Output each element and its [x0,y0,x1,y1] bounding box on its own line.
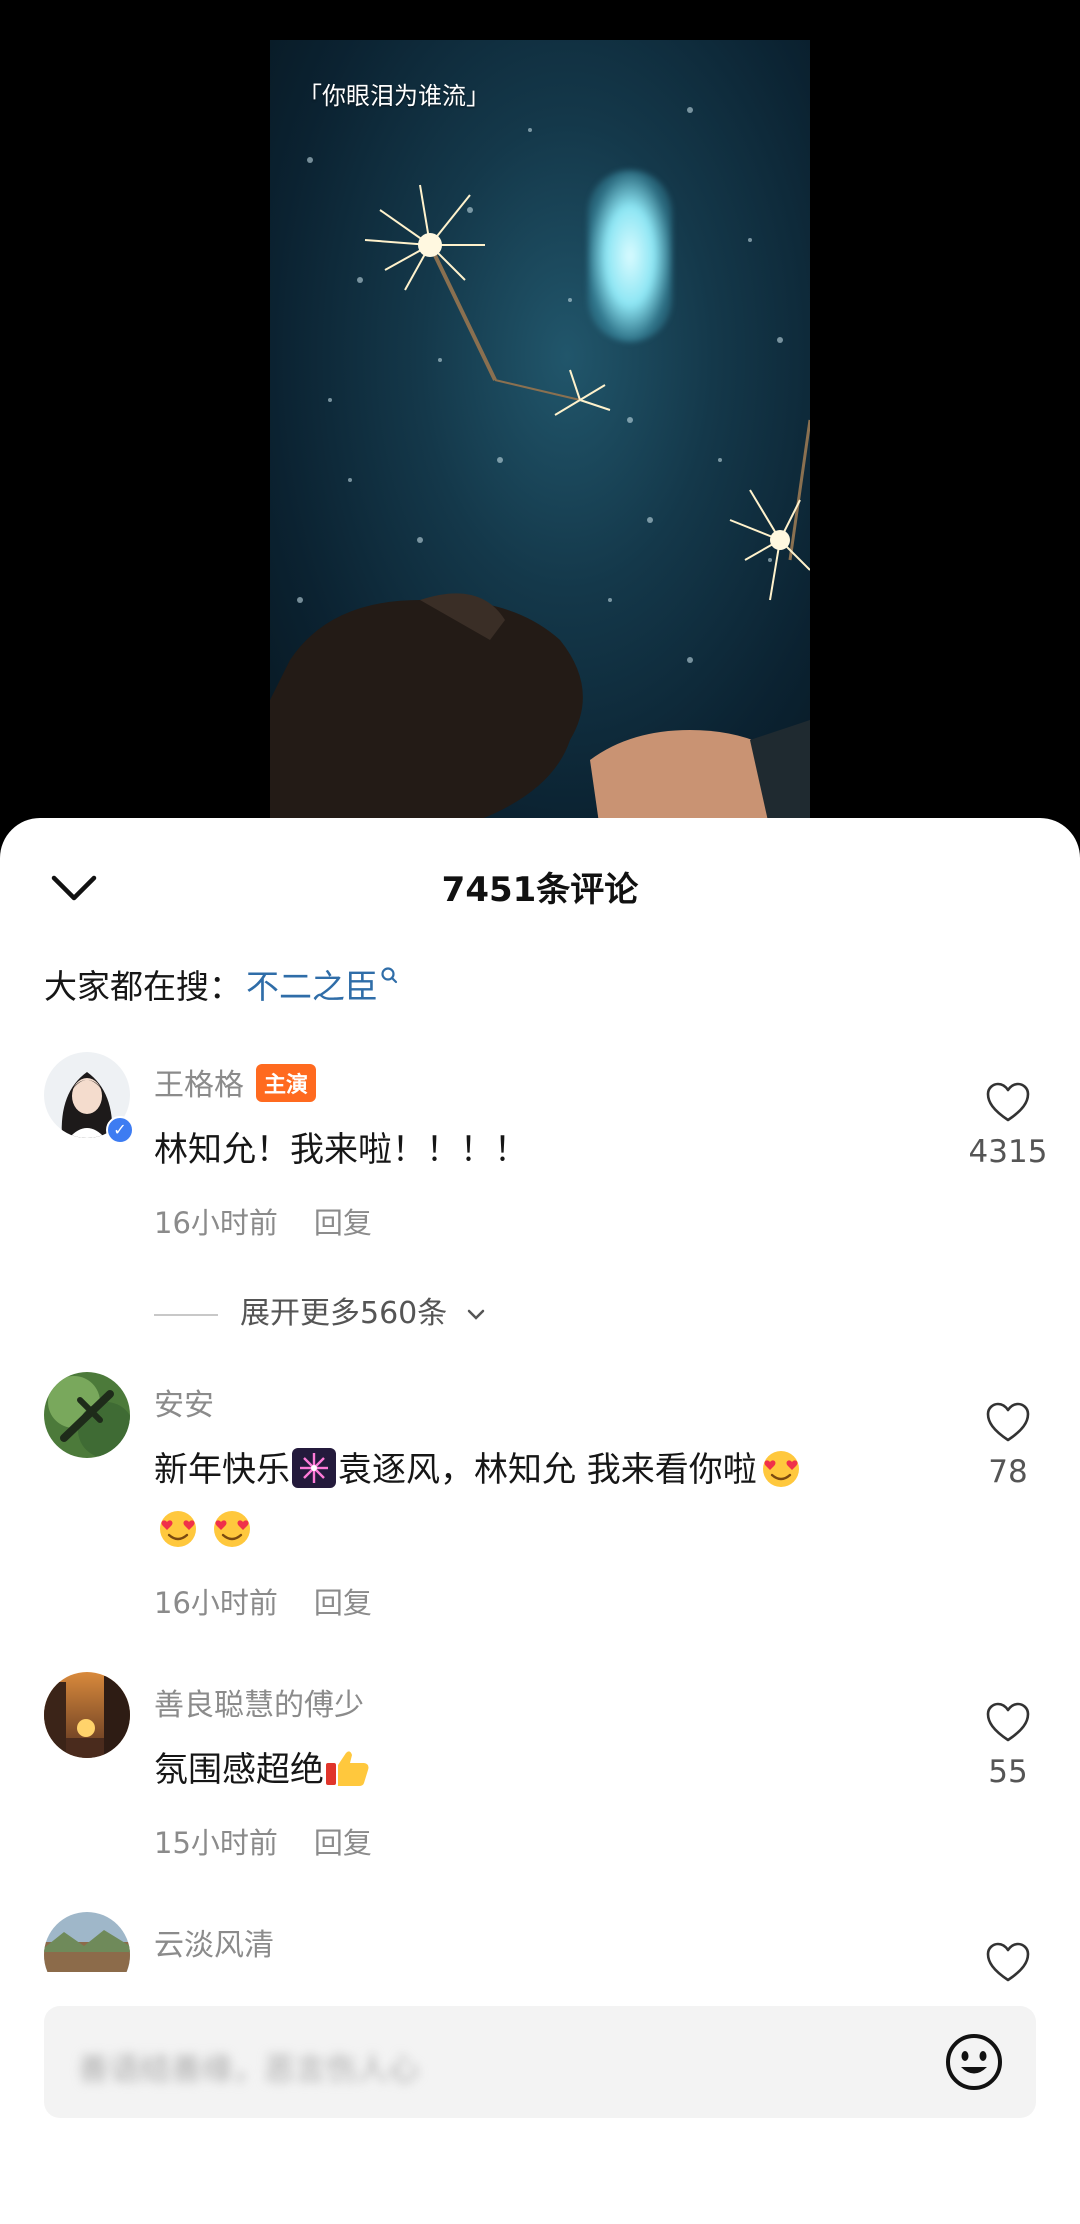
fireworks-emoji [290,1447,338,1489]
video-frame-art [270,98,810,830]
comment-item: 云淡风清 [0,1912,1080,1972]
avatar[interactable] [44,1912,130,1972]
like-button[interactable]: 55 [948,1702,1068,1790]
video-player[interactable]: 「你眼泪为谁流」 [270,40,810,830]
reply-button[interactable]: 回复 [314,1206,372,1240]
lead-actor-badge: 主演 [256,1064,317,1102]
sheet-header: 7451条评论 [0,818,1080,952]
comment-text[interactable]: 氛围感超绝 [154,1740,894,1800]
comment-author-name[interactable]: 善良聪慧的傅少 [154,1680,364,1724]
search-icon[interactable] [380,960,400,999]
like-count: 78 [988,1454,1028,1490]
comment-author-name[interactable]: 云淡风清 [154,1920,274,1964]
heart-eyes-emoji [208,1507,256,1549]
comment-text-part: 氛围感超绝 [154,1750,324,1790]
heart-eyes-emoji [757,1447,805,1489]
comment-text-part: 新年快乐 [154,1450,290,1490]
avatar[interactable] [44,1372,130,1458]
reply-button[interactable]: 回复 [314,1826,372,1860]
trending-search: 大家都在搜： 不二之臣 [44,960,400,1008]
comment-time: 16小时前 [154,1586,278,1620]
smiley-icon[interactable] [944,2032,1004,2092]
comment-author-name[interactable]: 安安 [154,1380,214,1424]
heart-icon[interactable] [985,1942,1031,1984]
heart-eyes-emoji [154,1507,202,1549]
comment-text[interactable]: 林知允！我来啦！！！！ [154,1120,894,1180]
like-count: 55 [988,1754,1028,1790]
heart-icon[interactable] [985,1402,1031,1444]
comment-author-name[interactable]: 王格格 [154,1068,244,1103]
comment-time: 15小时前 [154,1826,278,1860]
comment-time: 16小时前 [154,1206,278,1240]
comment-meta: 16小时前 回复 [154,1580,372,1622]
verified-icon: ✓ [106,1116,134,1144]
divider-line [154,1313,218,1316]
comment-count-title: 7451条评论 [441,870,639,910]
comment-text[interactable]: 新年快乐 袁逐风，林知允 我来看你啦 [154,1440,894,1560]
trending-keyword-link[interactable]: 不二之臣 [246,967,378,1006]
expand-replies-button[interactable]: 展开更多560条 [154,1288,487,1332]
expand-replies-label[interactable]: 展开更多560条 [240,1296,447,1331]
like-button[interactable]: 4315 [948,1082,1068,1170]
trending-label: 大家都在搜： [44,967,242,1006]
like-button[interactable]: 78 [948,1402,1068,1490]
comment-meta: 16小时前 回复 [154,1200,372,1242]
comment-text-part: 袁逐风，林知允 我来看你啦 [338,1450,757,1490]
chevron-down-small-icon [467,1309,485,1320]
comment-input[interactable]: 善语结善缘，恶言伤人心 [44,2006,1036,2118]
reply-button[interactable]: 回复 [314,1586,372,1620]
video-caption: 「你眼泪为谁流」 [298,82,490,110]
avatar[interactable] [44,1672,130,1758]
like-count: 4315 [968,1134,1048,1170]
thumbs-up-emoji [324,1747,372,1789]
like-button[interactable] [948,1942,1068,1988]
heart-icon[interactable] [985,1702,1031,1744]
comment-author[interactable]: 王格格 主演 [154,1060,317,1104]
comment-meta: 15小时前 回复 [154,1820,372,1862]
heart-icon[interactable] [985,1082,1031,1124]
comment-input-placeholder[interactable]: 善语结善缘，恶言伤人心 [78,2044,419,2089]
app-root: 「你眼泪为谁流」 7451条评论 大家都在搜： 不二之臣 ✓ 王格格 主演 林知… [0,0,1080,2224]
